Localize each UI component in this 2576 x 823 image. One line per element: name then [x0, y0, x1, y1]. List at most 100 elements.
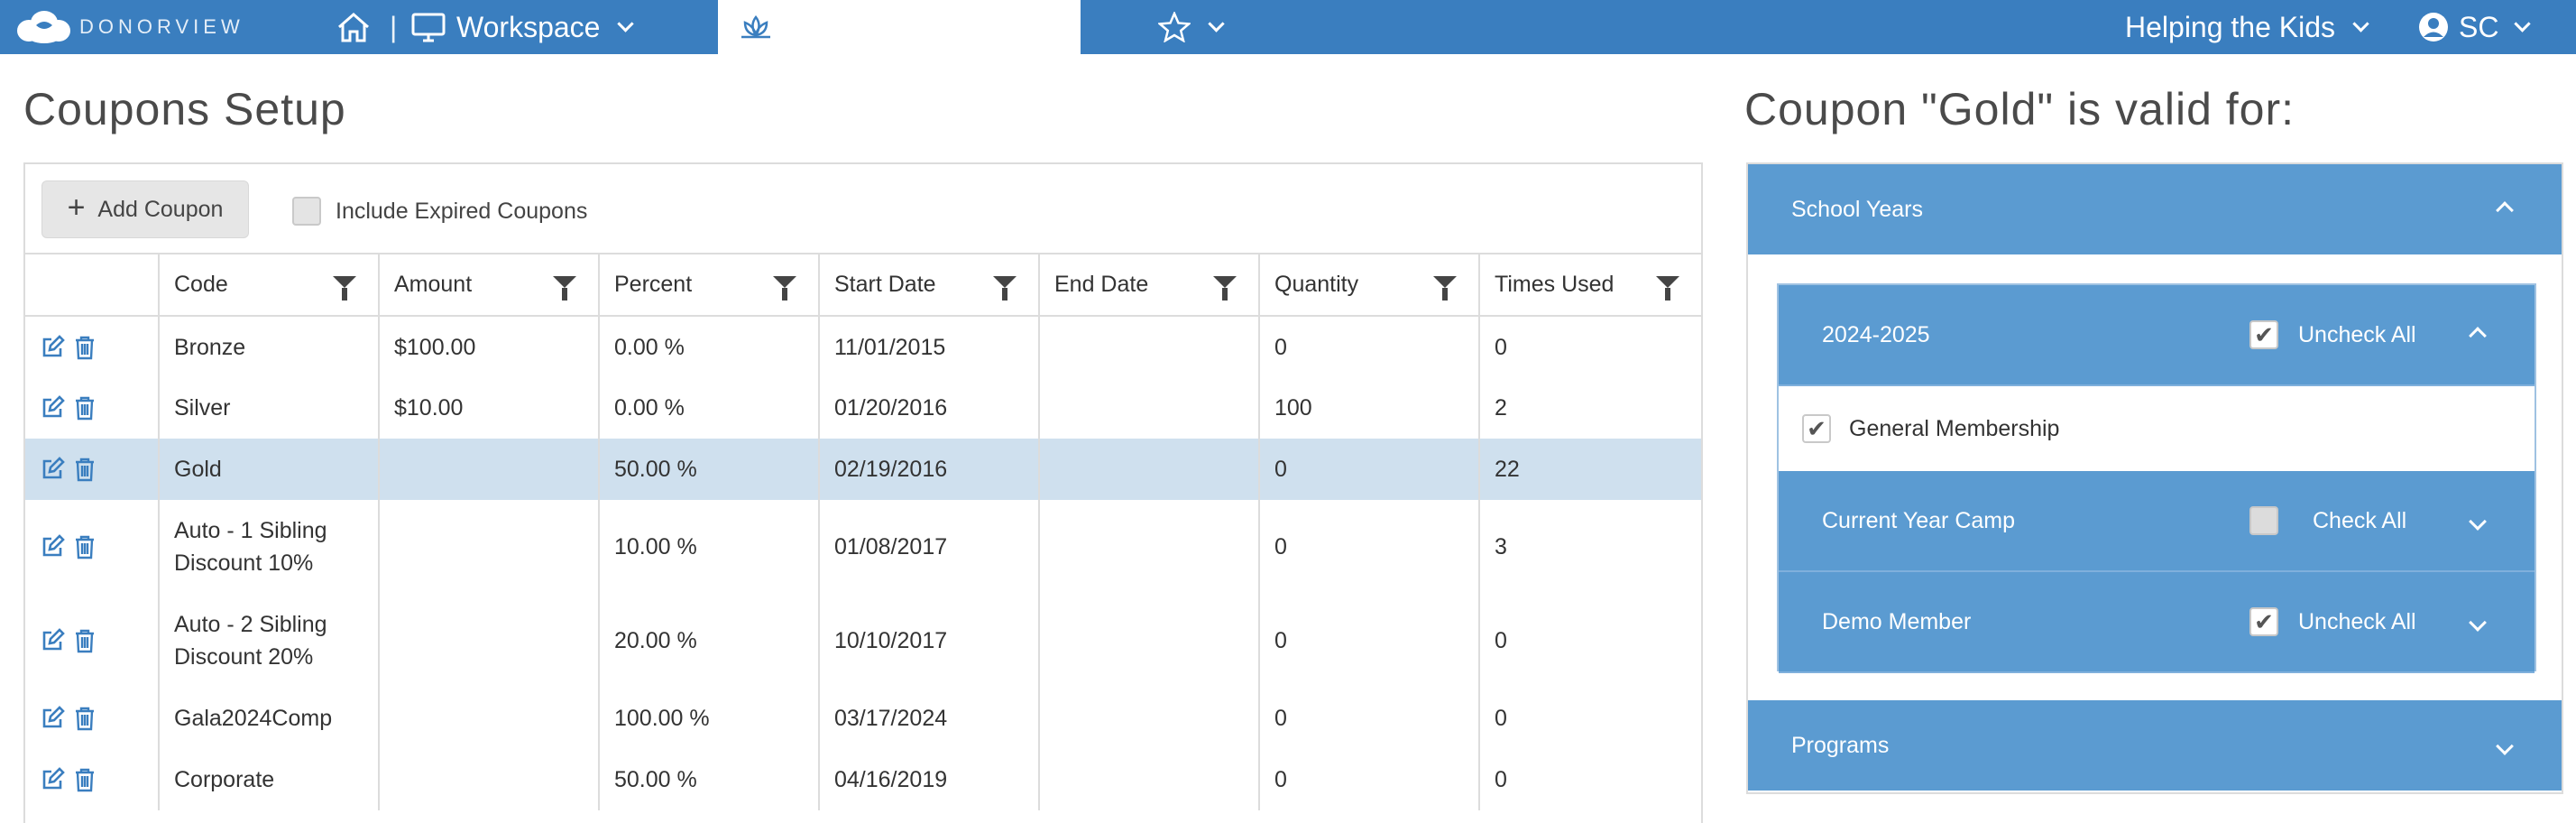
column-header-start-date[interactable]: Start Date	[819, 254, 1040, 317]
logo[interactable]: DONORVIEW	[16, 0, 244, 54]
trash-icon[interactable]	[74, 706, 96, 731]
demo-member-checkbox[interactable]: ✔	[2249, 607, 2278, 636]
demo-member-label: Demo Member	[1822, 608, 1972, 634]
youth-membership-menu[interactable]: Youth Membership	[718, 0, 1081, 54]
current-year-camp-header[interactable]: Current Year Camp Check All	[1779, 471, 2535, 572]
add-coupon-button[interactable]: + Add Coupon	[41, 180, 249, 238]
chevron-down-icon	[2514, 14, 2532, 32]
column-header-end-date[interactable]: End Date	[1039, 254, 1260, 317]
cell-amount	[379, 439, 600, 500]
chevron-up-icon	[2469, 322, 2487, 348]
include-expired-toggle[interactable]: Include Expired Coupons	[292, 197, 587, 226]
edit-icon[interactable]	[40, 767, 65, 792]
chevron-down-icon	[1041, 14, 1059, 32]
cell-start-date: 10/10/2017	[819, 594, 1040, 688]
school-years-accordion-header[interactable]: School Years	[1748, 164, 2562, 254]
cell-start-date: 04/16/2019	[819, 749, 1040, 810]
row-actions	[25, 749, 160, 810]
filter-icon[interactable]	[1656, 276, 1679, 301]
column-header-amount[interactable]: Amount	[379, 254, 600, 317]
cell-quantity: 0	[1259, 316, 1480, 377]
cell-end-date	[1039, 500, 1260, 594]
cell-start-date: 01/08/2017	[819, 500, 1040, 594]
page-title: Coupons Setup	[23, 84, 346, 134]
filter-icon[interactable]	[1433, 276, 1457, 301]
column-header-code[interactable]: Code	[159, 254, 380, 317]
current-year-camp-label: Current Year Camp	[1822, 507, 2016, 533]
include-expired-checkbox[interactable]	[292, 197, 321, 226]
uncheck-all-label: Uncheck All	[2298, 321, 2416, 347]
table-row[interactable]: Gala2024Comp 100.00 % 03/17/2024 0 0	[25, 688, 1701, 749]
add-coupon-label: Add Coupon	[97, 196, 224, 222]
table-row[interactable]: Corporate 50.00 % 04/16/2019 0 0	[25, 749, 1701, 810]
cell-percent: 50.00 %	[599, 749, 820, 810]
home-button[interactable]	[336, 0, 372, 54]
cell-times-used: 2	[1495, 395, 1507, 421]
cell-start-date: 11/01/2015	[819, 316, 1040, 377]
trash-icon[interactable]	[74, 628, 96, 653]
cell-times-used: 0	[1495, 706, 1507, 731]
edit-icon[interactable]	[40, 334, 65, 360]
table-row[interactable]: Silver $10.00 0.00 % 01/20/2016 100 2	[25, 377, 1701, 439]
coupons-grid: + Add Coupon Include Expired Coupons Cod…	[23, 162, 1703, 823]
filter-icon[interactable]	[773, 276, 796, 301]
filter-icon[interactable]	[553, 276, 576, 301]
programs-label: Programs	[1791, 732, 1890, 758]
cell-code: Gold	[159, 439, 380, 500]
edit-icon[interactable]	[40, 534, 65, 559]
general-membership-item[interactable]: ✔ General Membership	[1779, 386, 2535, 471]
filter-icon[interactable]	[993, 276, 1017, 301]
column-header-percent[interactable]: Percent	[599, 254, 820, 317]
filter-icon[interactable]	[333, 276, 356, 301]
trash-icon[interactable]	[74, 457, 96, 482]
general-membership-checkbox[interactable]: ✔	[1802, 414, 1831, 443]
edit-icon[interactable]	[40, 457, 65, 482]
edit-icon[interactable]	[40, 395, 65, 421]
youth-membership-label: Youth Membership	[785, 10, 1025, 43]
column-header-times-used[interactable]: Times Used	[1479, 254, 1701, 317]
filter-icon[interactable]	[1213, 276, 1237, 301]
current-year-camp-checkbox[interactable]	[2249, 506, 2278, 535]
column-header-quantity[interactable]: Quantity	[1259, 254, 1480, 317]
programs-accordion-header[interactable]: Programs	[1748, 700, 2562, 791]
cell-quantity: 0	[1259, 688, 1480, 749]
table-row[interactable]: Gold 50.00 % 02/19/2016 0 22	[25, 439, 1701, 500]
year-2024-2025-header[interactable]: 2024-2025 ✔ Uncheck All	[1779, 285, 2535, 386]
cell-percent: 20.00 %	[599, 594, 820, 688]
grid-toolbar: + Add Coupon Include Expired Coupons	[25, 164, 1701, 254]
cell-start-date: 02/19/2016	[819, 439, 1040, 500]
row-actions	[25, 439, 160, 500]
year-2024-2025-toggle[interactable]: ✔ Uncheck All	[2249, 320, 2416, 349]
check-all-label: Check All	[2313, 507, 2407, 533]
organization-menu[interactable]: Helping the Kids	[2125, 0, 2369, 54]
cell-quantity: 0	[1259, 500, 1480, 594]
current-year-camp-toggle[interactable]: Check All	[2249, 506, 2406, 535]
trash-icon[interactable]	[74, 335, 96, 360]
table-row[interactable]: Auto - 1 Sibling Discount 10% 10.00 % 01/0…	[25, 500, 1701, 594]
workspace-menu[interactable]: Workspace	[411, 0, 635, 54]
table-row[interactable]: Auto - 2 Sibling Discount 20% 20.00 % 10/1…	[25, 594, 1701, 688]
user-circle-icon	[2419, 13, 2448, 42]
chevron-down-icon	[1208, 14, 1225, 32]
edit-icon[interactable]	[40, 706, 65, 731]
row-actions	[25, 316, 160, 377]
table-row[interactable]: Bronze $100.00 0.00 % 11/01/2015 0 0	[25, 316, 1701, 377]
cell-amount: $100.00	[379, 316, 600, 377]
cell-code: Corporate	[159, 749, 380, 810]
user-menu[interactable]: SC	[2417, 0, 2532, 54]
nav-separator: |	[390, 10, 398, 43]
trash-icon[interactable]	[74, 534, 96, 559]
year-2024-2025-checkbox[interactable]: ✔	[2249, 320, 2278, 349]
favorites-menu[interactable]	[1158, 0, 1225, 54]
trash-icon[interactable]	[74, 767, 96, 792]
edit-icon[interactable]	[40, 628, 65, 653]
cell-end-date	[1039, 316, 1260, 377]
demo-member-header[interactable]: Demo Member ✔ Uncheck All	[1779, 572, 2535, 673]
cell-times-used: 0	[1495, 628, 1507, 653]
trash-icon[interactable]	[74, 395, 96, 421]
cell-quantity: 0	[1259, 749, 1480, 810]
cell-end-date	[1039, 377, 1260, 439]
cell-percent: 100.00 %	[599, 688, 820, 749]
workspace-label: Workspace	[456, 10, 601, 43]
demo-member-toggle[interactable]: ✔ Uncheck All	[2249, 607, 2416, 636]
